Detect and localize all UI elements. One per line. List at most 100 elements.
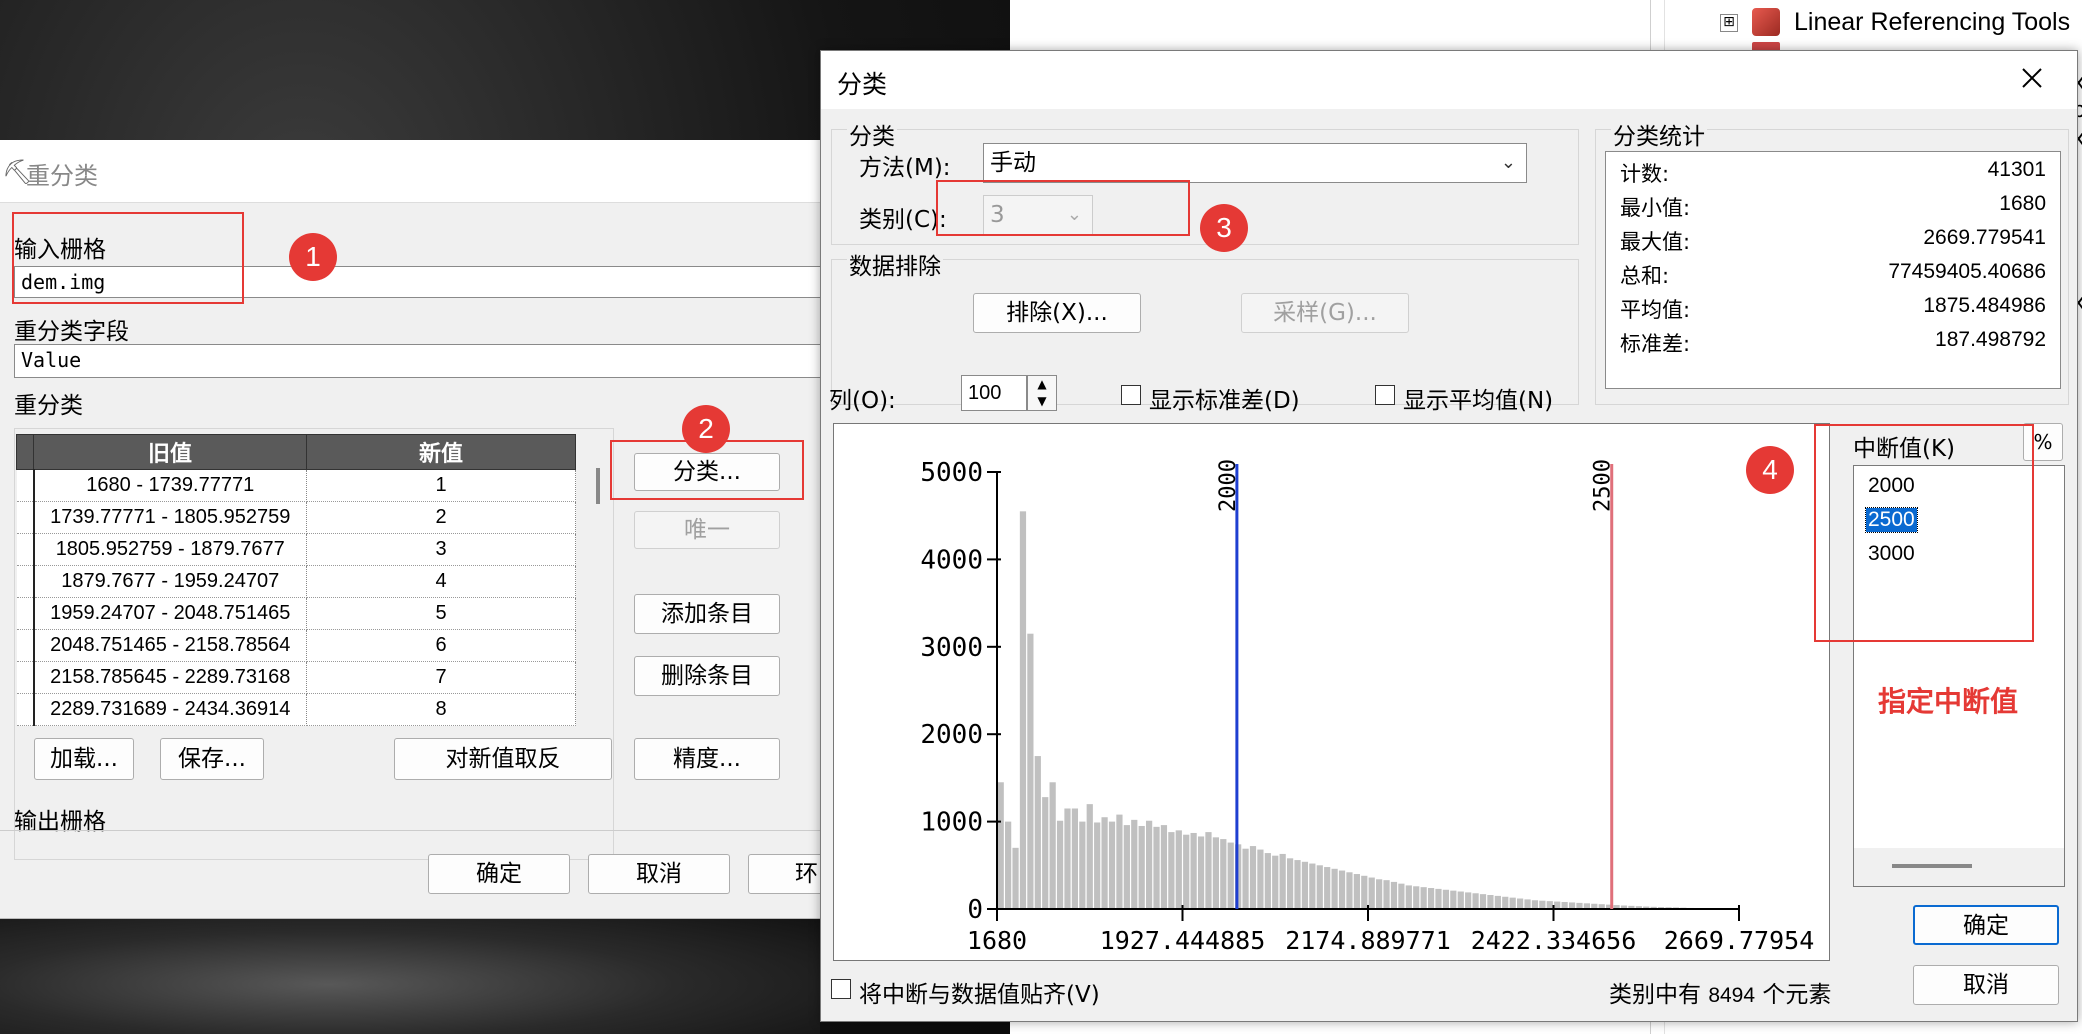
exclude-button[interactable]: 排除(X)... xyxy=(973,293,1141,333)
histogram-bar xyxy=(1301,861,1309,909)
histogram-bar xyxy=(1457,891,1464,909)
old-value-cell[interactable]: 1879.7677 - 1959.24707 xyxy=(33,565,307,598)
new-value-cell[interactable]: 3 xyxy=(306,533,576,566)
histogram-bar xyxy=(997,782,1004,909)
new-value-cell[interactable]: 4 xyxy=(306,565,576,598)
old-value-cell[interactable]: 1739.77771 - 1805.952759 xyxy=(33,501,307,534)
stat-row: 最大值: 2669.779541 xyxy=(1606,226,2060,260)
add-entry-button[interactable]: 添加条目 xyxy=(634,594,780,634)
table-scrollbar-thumb[interactable] xyxy=(596,468,600,504)
table-row[interactable]: 2289.731689 - 2434.36914 8 xyxy=(16,693,576,726)
histogram-bar xyxy=(1338,870,1346,909)
spin-down-icon[interactable]: ▼ xyxy=(1028,393,1056,410)
histogram-bar xyxy=(1190,832,1197,909)
classification-cancel-button[interactable]: 取消 xyxy=(1913,965,2059,1005)
histogram-bar xyxy=(1324,867,1331,909)
reclass-label: 重分类 xyxy=(14,393,83,419)
histogram-bar xyxy=(1472,893,1479,909)
reclass-cancel-button[interactable]: 取消 xyxy=(588,854,730,894)
histogram-bar xyxy=(1286,858,1294,909)
reclass-table-container: 旧值 新值 1680 - 1739.77771 1 1739.77771 - 180… xyxy=(16,434,576,858)
histogram-bar xyxy=(1079,821,1086,909)
old-value-cell[interactable]: 1959.24707 - 2048.751465 xyxy=(33,597,307,630)
reclass-table: 旧值 新值 1680 - 1739.77771 1 1739.77771 - 180… xyxy=(16,434,576,726)
histogram-bar xyxy=(1398,883,1405,909)
delete-entry-button[interactable]: 删除条目 xyxy=(634,656,780,696)
new-value-cell[interactable]: 2 xyxy=(306,501,576,534)
row-selector[interactable] xyxy=(16,533,35,566)
table-row[interactable]: 1739.77771 - 1805.952759 2 xyxy=(16,501,576,534)
annotation-badge-1: 1 xyxy=(289,233,337,281)
tree-expand-icon[interactable]: ⊞ xyxy=(1720,14,1738,32)
table-row[interactable]: 1680 - 1739.77771 1 xyxy=(16,469,576,502)
old-value-cell[interactable]: 2048.751465 - 2158.78564 xyxy=(33,629,307,662)
method-select[interactable]: 手动 ⌄ xyxy=(983,143,1527,183)
histogram-bar xyxy=(1442,889,1450,909)
old-value-cell[interactable]: 2289.731689 - 2434.36914 xyxy=(33,693,307,726)
columns-input[interactable]: 100 xyxy=(961,375,1027,411)
histogram-bar xyxy=(1309,863,1316,909)
break-list-scrollbar[interactable] xyxy=(1854,848,2064,886)
new-value-cell[interactable]: 8 xyxy=(306,693,576,726)
snap-checkbox[interactable] xyxy=(831,979,851,999)
class-count-value: 8494 xyxy=(1708,984,1756,1007)
sampling-button[interactable]: 采样(G)... xyxy=(1241,293,1409,333)
table-row[interactable]: 2048.751465 - 2158.78564 6 xyxy=(16,629,576,662)
old-value-cell[interactable]: 1680 - 1739.77771 xyxy=(33,469,307,502)
histogram-panel[interactable]: 0 1000 2000 3000 4000 5000 1680 1927.444885 2174… xyxy=(833,423,1830,961)
histogram-chart[interactable]: 0 1000 2000 3000 4000 5000 1680 1927.444885 2174… xyxy=(834,424,1829,960)
reverse-new-values-button[interactable]: 对新值取反 xyxy=(394,738,612,780)
reclass-ok-button[interactable]: 确定 xyxy=(428,854,570,894)
classification-title: 分类 xyxy=(837,70,888,99)
histogram-bar xyxy=(1049,782,1056,909)
new-value-cell[interactable]: 5 xyxy=(306,597,576,630)
classification-ok-button[interactable]: 确定 xyxy=(1913,905,2059,945)
column-header-old[interactable]: 旧值 xyxy=(33,434,307,470)
save-button[interactable]: 保存... xyxy=(160,738,264,780)
unique-button[interactable]: 唯一 xyxy=(634,511,780,549)
annotation-box-1 xyxy=(12,212,244,304)
old-value-cell[interactable]: 1805.952759 - 1879.7677 xyxy=(33,533,307,566)
annotation-box-3 xyxy=(936,180,1190,236)
load-button[interactable]: 加载... xyxy=(34,738,134,780)
exclusion-group-label: 数据排除 xyxy=(847,247,943,281)
stat-label: 平均值: xyxy=(1620,298,1691,322)
table-row[interactable]: 2158.785645 - 2289.73168 7 xyxy=(16,661,576,694)
row-selector[interactable] xyxy=(16,661,35,694)
scrollbar-thumb[interactable] xyxy=(1892,864,1972,868)
histogram-bar xyxy=(1413,886,1420,909)
reclass-field-select[interactable]: Value xyxy=(14,344,830,378)
table-row[interactable]: 1879.7677 - 1959.24707 4 xyxy=(16,565,576,598)
row-selector[interactable] xyxy=(16,629,35,662)
show-std-checkbox[interactable] xyxy=(1121,385,1141,405)
histogram-bar xyxy=(1094,822,1101,909)
environment-button[interactable]: 环 xyxy=(748,854,830,894)
method-label: 方法(M): xyxy=(859,155,951,181)
stat-row: 最小值: 1680 xyxy=(1606,192,2060,226)
show-mean-checkbox[interactable] xyxy=(1375,385,1395,405)
new-value-cell[interactable]: 7 xyxy=(306,661,576,694)
histogram-bar xyxy=(1242,848,1249,909)
precision-button[interactable]: 精度... xyxy=(634,738,780,780)
columns-label: 列(O): xyxy=(829,388,896,414)
stat-label: 标准差: xyxy=(1620,332,1691,356)
tree-item-linear-referencing-tools[interactable]: Linear Referencing Tools xyxy=(1794,8,2070,37)
new-value-cell[interactable]: 6 xyxy=(306,629,576,662)
row-selector[interactable] xyxy=(16,469,35,502)
stat-value: 77459405.40686 xyxy=(1888,260,2046,283)
row-selector[interactable] xyxy=(16,501,35,534)
close-icon[interactable] xyxy=(2020,66,2044,90)
table-row[interactable]: 1959.24707 - 2048.751465 5 xyxy=(16,597,576,630)
histogram-bar xyxy=(1264,853,1271,909)
histogram-bar xyxy=(1005,821,1012,909)
columns-spinner[interactable]: ▲ ▼ xyxy=(1027,375,1057,411)
row-selector[interactable] xyxy=(16,693,35,726)
snap-label: 将中断与数据值贴齐(V) xyxy=(859,982,1100,1008)
new-value-cell[interactable]: 1 xyxy=(306,469,576,502)
spin-up-icon[interactable]: ▲ xyxy=(1028,376,1056,393)
row-selector[interactable] xyxy=(16,597,35,630)
old-value-cell[interactable]: 2158.785645 - 2289.73168 xyxy=(33,661,307,694)
row-selector[interactable] xyxy=(16,565,35,598)
column-header-new[interactable]: 新值 xyxy=(306,434,576,470)
table-row[interactable]: 1805.952759 - 1879.7677 3 xyxy=(16,533,576,566)
